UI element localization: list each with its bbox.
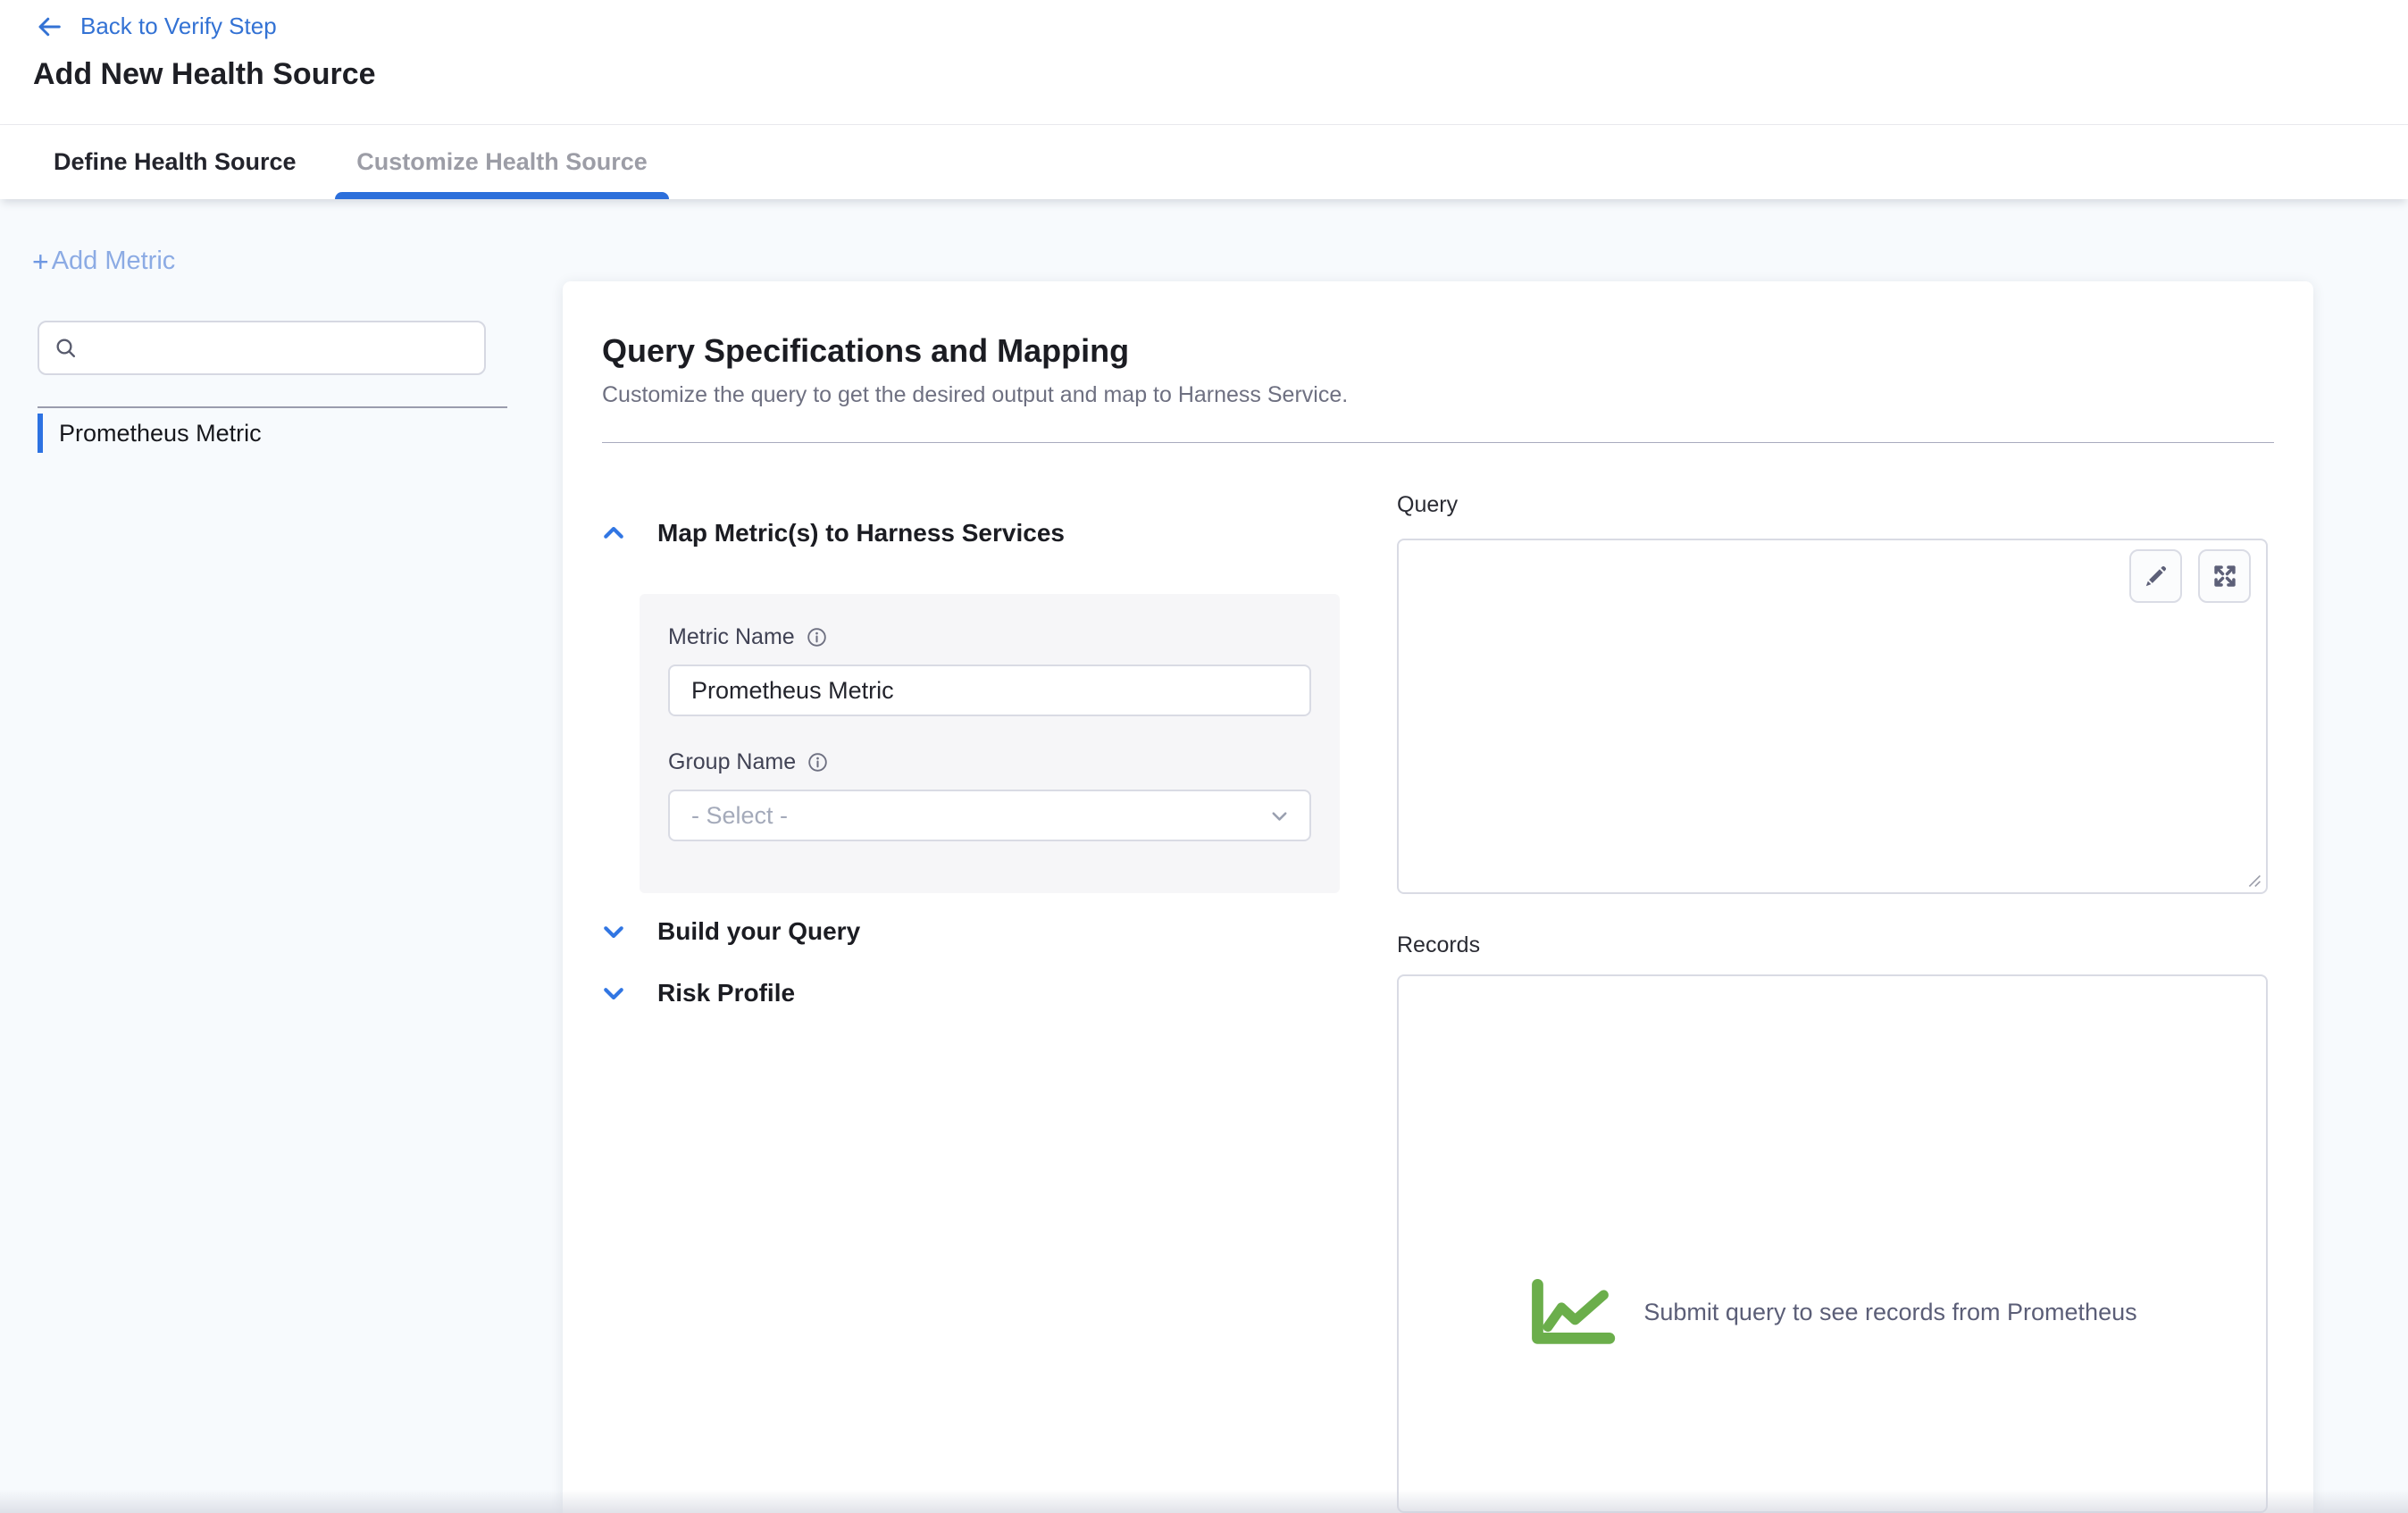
chevron-down-icon	[1267, 804, 1292, 828]
group-name-select[interactable]: - Select -	[668, 790, 1311, 841]
back-link-label: Back to Verify Step	[80, 13, 277, 40]
metric-item-label: Prometheus Metric	[59, 420, 262, 447]
group-name-label-row: Group Name	[668, 749, 1311, 775]
records-box: Submit query to see records from Prometh…	[1397, 974, 2268, 1513]
metric-name-input[interactable]	[668, 665, 1311, 716]
metric-mapping-card: Metric Name Group Name - Select -	[640, 594, 1340, 893]
section-build-your-query[interactable]: Build your Query	[600, 917, 860, 946]
metric-search-box	[38, 321, 486, 375]
edit-query-button[interactable]	[2129, 549, 2182, 603]
tab-label: Define Health Source	[54, 148, 297, 176]
expand-query-button[interactable]	[2198, 549, 2251, 603]
page-title: Add New Health Source	[33, 57, 376, 92]
tab-define-health-source[interactable]: Define Health Source	[54, 125, 297, 199]
metric-list-item[interactable]: Prometheus Metric	[38, 414, 502, 453]
select-placeholder: - Select -	[691, 802, 788, 830]
panel-header: Query Specifications and Mapping Customi…	[563, 281, 2313, 443]
resize-handle[interactable]	[2247, 874, 2262, 888]
panel-title: Query Specifications and Mapping	[602, 333, 2274, 369]
tab-bar: Define Health Source Customize Health So…	[0, 125, 2408, 199]
section-map-metrics[interactable]: Map Metric(s) to Harness Services	[600, 519, 1065, 548]
query-editor-box	[1397, 539, 2268, 894]
add-metric-button[interactable]: + Add Metric	[32, 247, 175, 276]
plus-icon: +	[32, 247, 49, 276]
active-tab-underline	[335, 192, 669, 199]
add-metric-label: Add Metric	[52, 247, 176, 276]
search-icon	[54, 336, 79, 361]
tab-label: Customize Health Source	[356, 148, 648, 176]
metric-name-label-row: Metric Name	[668, 624, 1311, 650]
section-label: Build your Query	[657, 917, 860, 946]
page-header: Back to Verify Step Add New Health Sourc…	[0, 0, 2408, 125]
expand-icon	[2210, 561, 2240, 591]
section-label: Map Metric(s) to Harness Services	[657, 519, 1065, 548]
chevron-up-icon	[600, 520, 627, 547]
info-icon[interactable]	[807, 752, 828, 773]
tab-customize-health-source[interactable]: Customize Health Source	[335, 125, 669, 199]
sidebar-divider	[38, 406, 507, 408]
records-empty-state: Submit query to see records from Prometh…	[1399, 1276, 2266, 1348]
add-health-source-page: Back to Verify Step Add New Health Sourc…	[0, 0, 2408, 1513]
records-empty-message: Submit query to see records from Prometh…	[1643, 1299, 2136, 1326]
records-label: Records	[1397, 932, 1480, 958]
line-chart-icon	[1527, 1276, 1618, 1348]
selected-indicator-bar	[38, 414, 43, 453]
back-link[interactable]: Back to Verify Step	[34, 13, 277, 40]
panel-subtitle: Customize the query to get the desired o…	[602, 383, 2274, 406]
query-label: Query	[1397, 492, 1458, 518]
chevron-down-icon	[600, 980, 627, 1007]
chevron-down-icon	[600, 918, 627, 945]
info-icon[interactable]	[807, 627, 827, 648]
section-label: Risk Profile	[657, 979, 795, 1007]
query-specifications-panel: Query Specifications and Mapping Customi…	[563, 281, 2313, 1513]
search-input[interactable]	[79, 322, 484, 373]
back-arrow-icon	[34, 13, 64, 40]
metric-name-label: Metric Name	[668, 624, 795, 650]
section-risk-profile[interactable]: Risk Profile	[600, 979, 795, 1007]
panel-divider	[602, 442, 2274, 443]
pencil-icon	[2142, 563, 2170, 590]
group-name-label: Group Name	[668, 749, 796, 775]
